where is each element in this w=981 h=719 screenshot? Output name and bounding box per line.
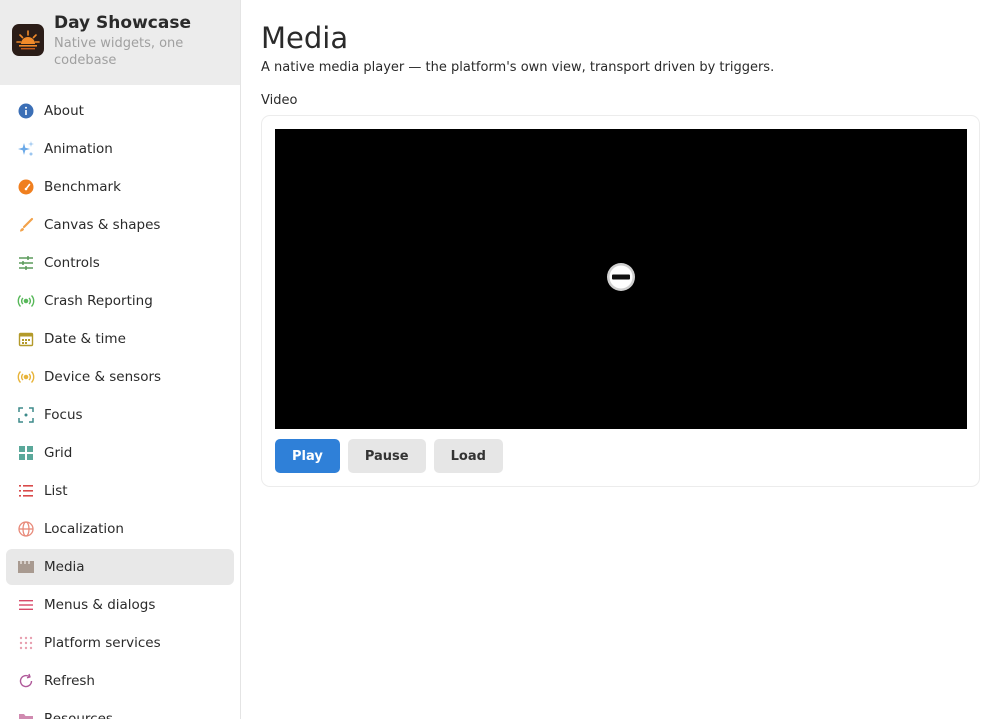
sidebar-item-localization[interactable]: Localization	[6, 511, 234, 547]
sidebar-item-about[interactable]: About	[6, 93, 234, 129]
sidebar-item-label: Resources	[44, 711, 113, 719]
sidebar-item-benchmark[interactable]: Benchmark	[6, 169, 234, 205]
sidebar-item-label: Menus & dialogs	[44, 597, 156, 613]
list-icon	[17, 482, 35, 500]
sidebar-item-label: Device & sensors	[44, 369, 162, 385]
dots-grid-icon	[17, 634, 35, 652]
transport-controls: Play Pause Load	[275, 439, 503, 473]
sidebar-item-label: Controls	[44, 255, 100, 271]
pause-button[interactable]: Pause	[347, 439, 426, 473]
brush-icon	[17, 216, 35, 234]
sidebar-item-label: Media	[44, 559, 85, 575]
sidebar-item-refresh[interactable]: Refresh	[6, 663, 234, 699]
sidebar-item-label: About	[44, 103, 84, 119]
menu-icon	[17, 596, 35, 614]
sensor-icon	[17, 368, 35, 386]
sidebar-item-label: Animation	[44, 141, 113, 157]
info-icon	[17, 102, 35, 120]
sparkle-icon	[17, 140, 35, 158]
sidebar-item-label: List	[44, 483, 68, 499]
page-description: A native media player — the platform's o…	[261, 60, 775, 75]
focus-icon	[17, 406, 35, 424]
folder-icon	[17, 710, 35, 719]
sidebar-item-list[interactable]: List	[6, 473, 234, 509]
sidebar-item-label: Refresh	[44, 673, 95, 689]
sidebar-item-crash-reporting[interactable]: Crash Reporting	[6, 283, 234, 319]
sidebar-item-animation[interactable]: Animation	[6, 131, 234, 167]
sliders-icon	[17, 254, 35, 272]
sidebar-item-label: Localization	[44, 521, 124, 537]
video-card: Play Pause Load	[261, 115, 980, 487]
app-header: Day Showcase Native widgets, one codebas…	[0, 0, 240, 85]
app-subtitle: Native widgets, one codebase	[54, 36, 184, 68]
sidebar-item-label: Grid	[44, 445, 73, 461]
sidebar: Day Showcase Native widgets, one codebas…	[0, 0, 241, 719]
no-entry-icon	[606, 262, 636, 296]
sidebar-item-platform-services[interactable]: Platform services	[6, 625, 234, 661]
sidebar-item-label: Platform services	[44, 635, 161, 651]
sidebar-item-label: Focus	[44, 407, 83, 423]
globe-icon	[17, 520, 35, 538]
sidebar-item-label: Date & time	[44, 331, 126, 347]
play-button[interactable]: Play	[275, 439, 340, 473]
grid-icon	[17, 444, 35, 462]
calendar-icon	[17, 330, 35, 348]
video-player[interactable]	[275, 129, 967, 429]
sidebar-item-media[interactable]: Media	[6, 549, 234, 585]
sidebar-item-label: Benchmark	[44, 179, 121, 195]
refresh-icon	[17, 672, 35, 690]
sidebar-item-date-time[interactable]: Date & time	[6, 321, 234, 357]
sidebar-item-grid[interactable]: Grid	[6, 435, 234, 471]
film-icon	[17, 558, 35, 576]
load-button[interactable]: Load	[433, 439, 503, 473]
sidebar-item-device-sensors[interactable]: Device & sensors	[6, 359, 234, 395]
sidebar-item-label: Crash Reporting	[44, 293, 153, 309]
broadcast-icon	[17, 292, 35, 310]
page-title: Media	[261, 21, 349, 55]
main-content: Media A native media player — the platfo…	[241, 0, 981, 719]
sidebar-item-controls[interactable]: Controls	[6, 245, 234, 281]
speedometer-icon	[17, 178, 35, 196]
sidebar-item-menus-dialogs[interactable]: Menus & dialogs	[6, 587, 234, 623]
section-label-video: Video	[261, 93, 298, 108]
sidebar-item-canvas-shapes[interactable]: Canvas & shapes	[6, 207, 234, 243]
app-title: Day Showcase	[54, 13, 191, 33]
sunrise-logo-icon	[12, 24, 44, 56]
sidebar-item-label: Canvas & shapes	[44, 217, 161, 233]
sidebar-item-resources[interactable]: Resources	[6, 701, 234, 719]
sidebar-nav: About Animation Benchmark Canvas & shape…	[0, 85, 240, 719]
sidebar-item-focus[interactable]: Focus	[6, 397, 234, 433]
